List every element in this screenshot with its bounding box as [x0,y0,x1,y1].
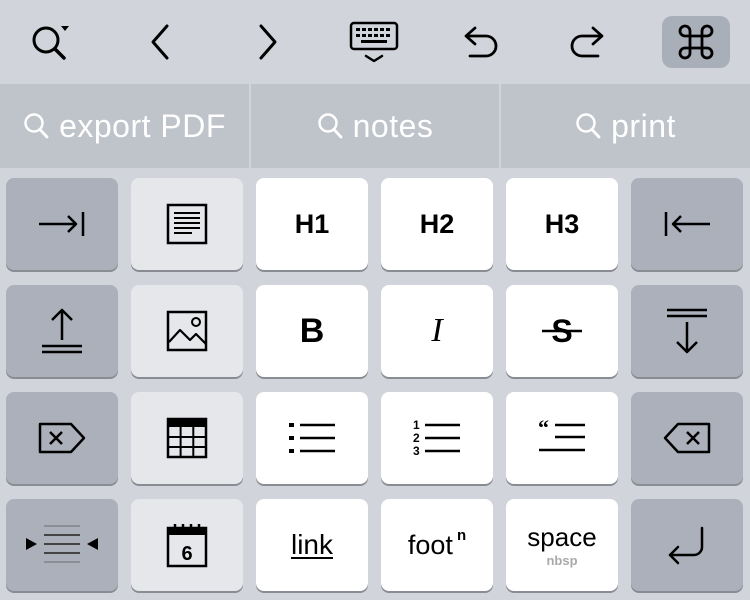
search-menu-icon [32,26,69,60]
delete-forward-icon [38,422,86,454]
return-key[interactable] [631,499,743,591]
search-icon [24,113,49,139]
footnote-label-group: foot n [407,526,467,561]
suggestion-print[interactable]: print [501,84,750,168]
align-center-icon [26,525,98,563]
key-label: space [527,521,597,552]
paragraph-key[interactable] [131,178,243,270]
command-button[interactable] [662,16,730,68]
suggestion-bar: export PDF notes print [0,84,750,168]
key-sublabel: nbsp [546,552,578,568]
suggestion-label: print [611,107,676,144]
numbered-list-key[interactable]: 123 [381,392,493,484]
heading-3-key[interactable]: H3 [506,178,618,270]
backspace-icon [663,422,711,454]
key-label: H3 [544,208,580,239]
indent-arrow-icon [39,212,85,236]
svg-text:2: 2 [413,431,420,445]
arrow-down-icon [667,308,707,354]
strikethrough-key[interactable]: S [506,285,618,377]
keyboard-dismiss-icon [349,21,399,63]
key-label: H1 [294,208,330,239]
return-icon [668,526,704,565]
chevron-left-icon [151,24,169,60]
arrow-up-icon [42,308,82,354]
keyboard: H1 H2 H3 B I S 1 2 3 “ 6 link foot n spa… [0,168,750,600]
numbered-list-icon: 123 [413,419,460,457]
suggestion-label: export PDF [59,107,226,144]
insert-table-key[interactable] [131,392,243,484]
dismiss-keyboard-button[interactable] [340,16,408,68]
align-center-key[interactable] [6,499,118,591]
search-icon [576,113,601,139]
svg-text:“: “ [538,419,549,440]
svg-text:3: 3 [413,444,420,457]
delete-forward-key[interactable] [6,392,118,484]
key-label: H2 [419,208,455,239]
redo-icon [570,26,604,58]
undo-icon [464,26,498,58]
outdent-key[interactable] [631,178,743,270]
search-icon [317,113,343,139]
bullet-list-icon [289,423,335,453]
bullet-list-key[interactable] [256,392,368,484]
move-up-key[interactable] [6,285,118,377]
italic-key[interactable]: I [381,285,493,377]
calendar-icon: 6 [166,524,208,568]
insert-date-key[interactable]: 6 [131,499,243,591]
bold-key[interactable]: B [256,285,368,377]
quote-icon: “ [538,419,585,452]
backspace-key[interactable] [631,392,743,484]
calendar-day: 6 [181,543,192,565]
heading-1-key[interactable]: H1 [256,178,368,270]
suggestion-label: notes [352,107,434,144]
blockquote-key[interactable]: “ [506,392,618,484]
command-icon [678,24,714,60]
document-icon [166,203,208,245]
outdent-arrow-icon [664,212,710,236]
key-label: link [290,529,333,560]
key-label: I [431,312,443,349]
key-label: B [299,311,325,350]
indent-key[interactable] [6,178,118,270]
move-down-key[interactable] [631,285,743,377]
next-button[interactable] [234,16,302,68]
footnote-superscript: n [456,526,467,544]
space-key[interactable]: space nbsp [506,499,618,591]
search-menu-button[interactable] [16,16,84,68]
redo-button[interactable] [554,16,622,68]
suggestion-notes[interactable]: notes [251,84,499,168]
accessory-toolbar [0,0,750,84]
suggestion-export-pdf[interactable]: export PDF [0,84,249,168]
footnote-key[interactable]: foot n [381,499,493,591]
table-icon [166,417,208,459]
key-label: foot [407,529,453,560]
strikethrough-icon: S [542,313,582,349]
undo-button[interactable] [446,16,514,68]
image-icon [166,310,208,352]
space-label-group: space nbsp [527,524,596,567]
chevron-right-icon [259,24,277,60]
heading-2-key[interactable]: H2 [381,178,493,270]
previous-button[interactable] [126,16,194,68]
insert-image-key[interactable] [131,285,243,377]
link-key[interactable]: link [256,499,368,591]
